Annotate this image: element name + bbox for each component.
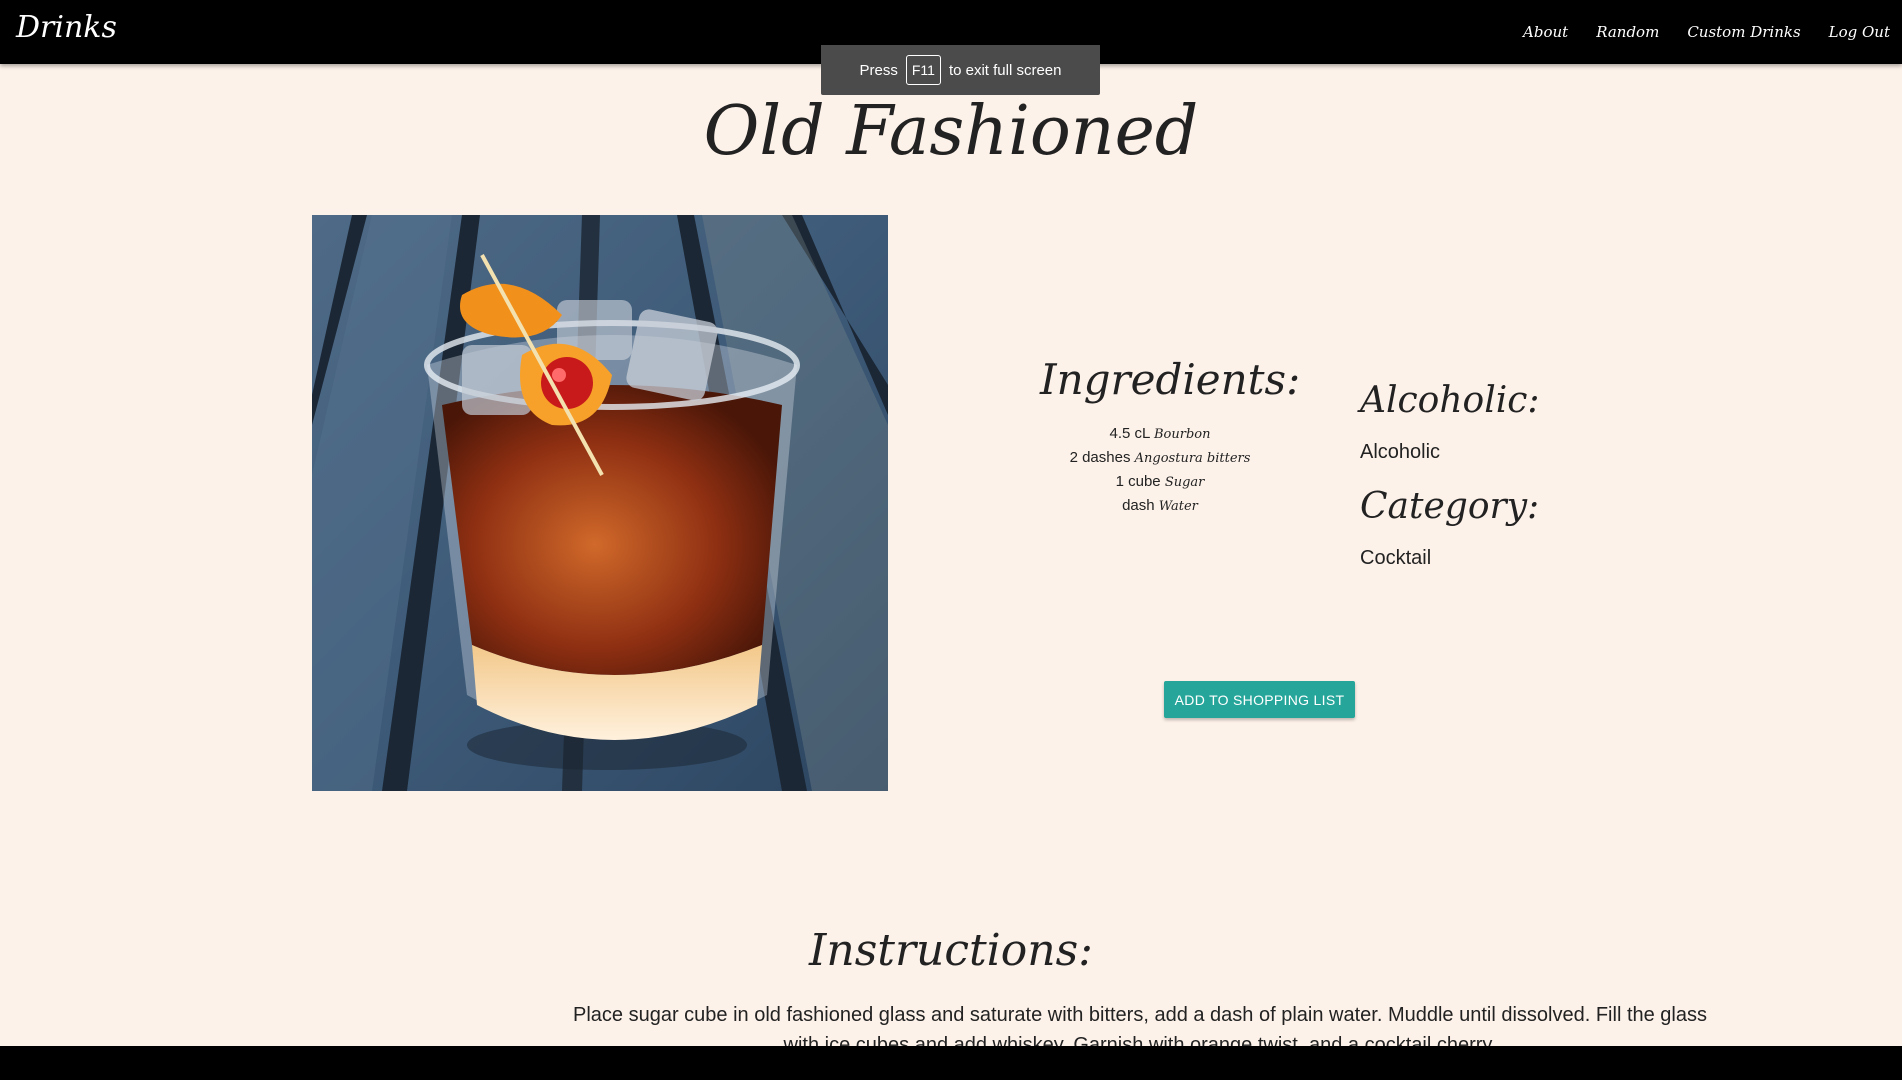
nav-link-log-out[interactable]: Log Out: [1829, 23, 1890, 41]
ingredient-measure: dash: [1122, 497, 1155, 514]
toast-prefix: Press: [859, 61, 898, 79]
category-value: Cocktail: [1360, 547, 1432, 569]
alcoholic-heading: Alcoholic:: [1360, 380, 1540, 421]
ingredient-item: 2 dashes Angostura bitters: [1040, 446, 1280, 470]
ingredient-item: 4.5 cL Bourbon: [1040, 422, 1280, 446]
drink-info-section: Alcoholic: Alcoholic Category: Cocktail: [1360, 380, 1620, 592]
add-to-shopping-list-button[interactable]: ADD TO SHOPPING LIST: [1164, 681, 1355, 718]
ingredient-item: 1 cube Sugar: [1040, 470, 1280, 494]
category-heading: Category:: [1360, 486, 1540, 527]
ingredients-section: Ingredients: 4.5 cL Bourbon 2 dashes Ang…: [1040, 355, 1301, 518]
drink-title: Old Fashioned: [703, 92, 1199, 171]
nav-link-custom-drinks[interactable]: Custom Drinks: [1687, 23, 1800, 41]
nav-link-random[interactable]: Random: [1596, 23, 1659, 41]
ingredient-name: Sugar: [1164, 475, 1205, 490]
ingredient-measure: 2 dashes: [1069, 449, 1131, 466]
ingredient-measure: 1 cube: [1115, 473, 1161, 490]
nav-links: About Random Custom Drinks Log Out: [1523, 0, 1902, 64]
instructions-heading: Instructions:: [809, 925, 1093, 976]
nav-link-about[interactable]: About: [1523, 23, 1568, 41]
fullscreen-exit-toast: Press F11 to exit full screen: [821, 45, 1100, 95]
toast-key: F11: [905, 55, 941, 85]
alcoholic-value: Alcoholic: [1360, 441, 1441, 463]
bottom-bar: [0, 1046, 1902, 1080]
toast-suffix: to exit full screen: [948, 61, 1062, 79]
ingredients-list: 4.5 cL Bourbon 2 dashes Angostura bitter…: [1040, 422, 1280, 518]
brand-logo[interactable]: Drinks: [16, 10, 117, 45]
ingredient-measure: 4.5 cL: [1109, 425, 1150, 442]
ingredient-name: Water: [1158, 499, 1198, 514]
ingredient-name: Angostura bitters: [1134, 451, 1251, 466]
cocktail-photo-illustration: [312, 215, 888, 791]
ingredient-name: Bourbon: [1153, 427, 1211, 442]
cocktail-photo: [312, 215, 888, 791]
ingredients-heading: Ingredients:: [1040, 355, 1301, 404]
ingredient-item: dash Water: [1040, 494, 1280, 518]
